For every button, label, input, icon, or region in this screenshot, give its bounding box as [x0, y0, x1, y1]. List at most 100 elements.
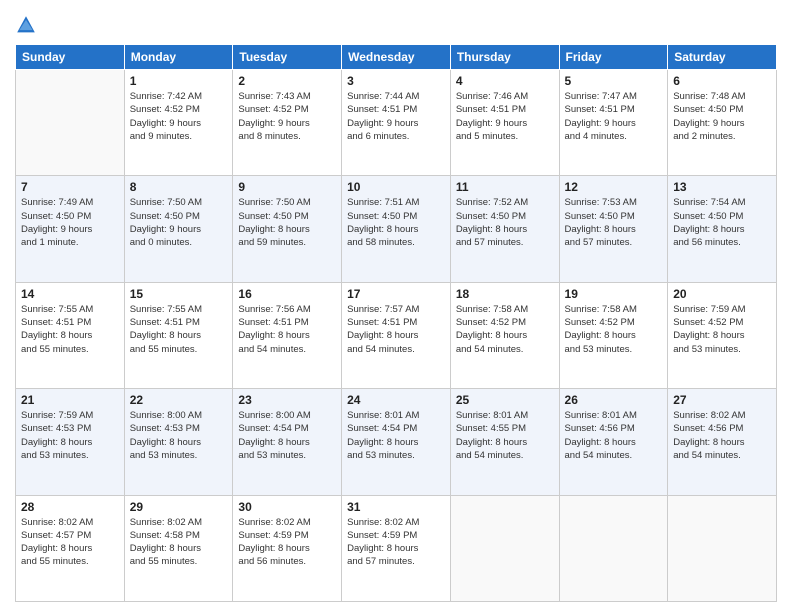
calendar-cell: 15 Sunrise: 7:55 AMSunset: 4:51 PMDayligh…	[124, 282, 233, 388]
calendar-cell: 16 Sunrise: 7:56 AMSunset: 4:51 PMDayligh…	[233, 282, 342, 388]
day-info: Sunrise: 7:58 AMSunset: 4:52 PMDaylight:…	[565, 303, 663, 356]
day-number: 15	[130, 287, 228, 301]
calendar-week-row: 1 Sunrise: 7:42 AMSunset: 4:52 PMDaylight…	[16, 70, 777, 176]
day-info: Sunrise: 8:02 AMSunset: 4:57 PMDaylight:…	[21, 516, 119, 569]
day-number: 5	[565, 74, 663, 88]
calendar-cell: 26 Sunrise: 8:01 AMSunset: 4:56 PMDayligh…	[559, 389, 668, 495]
day-number: 31	[347, 500, 445, 514]
day-info: Sunrise: 7:57 AMSunset: 4:51 PMDaylight:…	[347, 303, 445, 356]
calendar-cell: 4 Sunrise: 7:46 AMSunset: 4:51 PMDaylight…	[450, 70, 559, 176]
day-number: 12	[565, 180, 663, 194]
logo	[15, 14, 39, 36]
calendar-cell: 20 Sunrise: 7:59 AMSunset: 4:52 PMDayligh…	[668, 282, 777, 388]
day-info: Sunrise: 8:01 AMSunset: 4:54 PMDaylight:…	[347, 409, 445, 462]
day-number: 20	[673, 287, 771, 301]
calendar-cell	[559, 495, 668, 601]
day-info: Sunrise: 7:43 AMSunset: 4:52 PMDaylight:…	[238, 90, 336, 143]
day-info: Sunrise: 7:52 AMSunset: 4:50 PMDaylight:…	[456, 196, 554, 249]
calendar-cell: 2 Sunrise: 7:43 AMSunset: 4:52 PMDaylight…	[233, 70, 342, 176]
day-number: 16	[238, 287, 336, 301]
day-info: Sunrise: 7:51 AMSunset: 4:50 PMDaylight:…	[347, 196, 445, 249]
day-info: Sunrise: 7:55 AMSunset: 4:51 PMDaylight:…	[130, 303, 228, 356]
calendar-week-row: 7Sunrise: 7:49 AMSunset: 4:50 PMDaylight…	[16, 176, 777, 282]
day-number: 29	[130, 500, 228, 514]
day-number: 3	[347, 74, 445, 88]
day-info: Sunrise: 7:48 AMSunset: 4:50 PMDaylight:…	[673, 90, 771, 143]
calendar-cell: 6 Sunrise: 7:48 AMSunset: 4:50 PMDaylight…	[668, 70, 777, 176]
day-number: 6	[673, 74, 771, 88]
day-number: 4	[456, 74, 554, 88]
weekday-header-tuesday: Tuesday	[233, 45, 342, 70]
calendar-cell: 10Sunrise: 7:51 AMSunset: 4:50 PMDayligh…	[342, 176, 451, 282]
day-info: Sunrise: 7:47 AMSunset: 4:51 PMDaylight:…	[565, 90, 663, 143]
calendar-week-row: 21 Sunrise: 7:59 AMSunset: 4:53 PMDayligh…	[16, 389, 777, 495]
day-info: Sunrise: 8:02 AMSunset: 4:59 PMDaylight:…	[347, 516, 445, 569]
day-info: Sunrise: 7:50 AMSunset: 4:50 PMDaylight:…	[130, 196, 228, 249]
calendar-cell: 9 Sunrise: 7:50 AMSunset: 4:50 PMDaylight…	[233, 176, 342, 282]
day-number: 11	[456, 180, 554, 194]
day-number: 8	[130, 180, 228, 194]
calendar-cell	[450, 495, 559, 601]
day-info: Sunrise: 7:49 AMSunset: 4:50 PMDaylight:…	[21, 196, 119, 249]
day-info: Sunrise: 7:55 AMSunset: 4:51 PMDaylight:…	[21, 303, 119, 356]
weekday-header-row: SundayMondayTuesdayWednesdayThursdayFrid…	[16, 45, 777, 70]
weekday-header-saturday: Saturday	[668, 45, 777, 70]
day-info: Sunrise: 7:59 AMSunset: 4:53 PMDaylight:…	[21, 409, 119, 462]
calendar-cell	[668, 495, 777, 601]
day-info: Sunrise: 7:56 AMSunset: 4:51 PMDaylight:…	[238, 303, 336, 356]
calendar-cell: 14 Sunrise: 7:55 AMSunset: 4:51 PMDayligh…	[16, 282, 125, 388]
day-number: 25	[456, 393, 554, 407]
day-info: Sunrise: 7:54 AMSunset: 4:50 PMDaylight:…	[673, 196, 771, 249]
calendar-cell: 21 Sunrise: 7:59 AMSunset: 4:53 PMDayligh…	[16, 389, 125, 495]
day-number: 9	[238, 180, 336, 194]
day-number: 1	[130, 74, 228, 88]
day-info: Sunrise: 7:46 AMSunset: 4:51 PMDaylight:…	[456, 90, 554, 143]
day-info: Sunrise: 8:00 AMSunset: 4:53 PMDaylight:…	[130, 409, 228, 462]
calendar-cell: 8 Sunrise: 7:50 AMSunset: 4:50 PMDaylight…	[124, 176, 233, 282]
day-number: 14	[21, 287, 119, 301]
day-number: 19	[565, 287, 663, 301]
logo-icon	[15, 14, 37, 36]
calendar-cell: 13 Sunrise: 7:54 AMSunset: 4:50 PMDayligh…	[668, 176, 777, 282]
weekday-header-monday: Monday	[124, 45, 233, 70]
calendar-cell: 5 Sunrise: 7:47 AMSunset: 4:51 PMDaylight…	[559, 70, 668, 176]
calendar-cell: 31 Sunrise: 8:02 AMSunset: 4:59 PMDayligh…	[342, 495, 451, 601]
calendar-cell: 25Sunrise: 8:01 AMSunset: 4:55 PMDayligh…	[450, 389, 559, 495]
calendar-cell: 18Sunrise: 7:58 AMSunset: 4:52 PMDayligh…	[450, 282, 559, 388]
day-number: 26	[565, 393, 663, 407]
weekday-header-friday: Friday	[559, 45, 668, 70]
day-number: 13	[673, 180, 771, 194]
calendar-week-row: 14 Sunrise: 7:55 AMSunset: 4:51 PMDayligh…	[16, 282, 777, 388]
weekday-header-thursday: Thursday	[450, 45, 559, 70]
day-number: 28	[21, 500, 119, 514]
calendar-cell: 3 Sunrise: 7:44 AMSunset: 4:51 PMDaylight…	[342, 70, 451, 176]
day-number: 27	[673, 393, 771, 407]
calendar-cell: 23 Sunrise: 8:00 AMSunset: 4:54 PMDayligh…	[233, 389, 342, 495]
day-info: Sunrise: 7:50 AMSunset: 4:50 PMDaylight:…	[238, 196, 336, 249]
day-info: Sunrise: 8:02 AMSunset: 4:59 PMDaylight:…	[238, 516, 336, 569]
day-number: 21	[21, 393, 119, 407]
calendar-cell: 27 Sunrise: 8:02 AMSunset: 4:56 PMDayligh…	[668, 389, 777, 495]
calendar-cell: 28 Sunrise: 8:02 AMSunset: 4:57 PMDayligh…	[16, 495, 125, 601]
day-info: Sunrise: 8:00 AMSunset: 4:54 PMDaylight:…	[238, 409, 336, 462]
day-info: Sunrise: 7:42 AMSunset: 4:52 PMDaylight:…	[130, 90, 228, 143]
day-info: Sunrise: 7:58 AMSunset: 4:52 PMDaylight:…	[456, 303, 554, 356]
calendar-cell: 11 Sunrise: 7:52 AMSunset: 4:50 PMDayligh…	[450, 176, 559, 282]
day-info: Sunrise: 8:01 AMSunset: 4:56 PMDaylight:…	[565, 409, 663, 462]
calendar-cell: 17 Sunrise: 7:57 AMSunset: 4:51 PMDayligh…	[342, 282, 451, 388]
calendar-cell: 12Sunrise: 7:53 AMSunset: 4:50 PMDayligh…	[559, 176, 668, 282]
day-info: Sunrise: 7:44 AMSunset: 4:51 PMDaylight:…	[347, 90, 445, 143]
weekday-header-wednesday: Wednesday	[342, 45, 451, 70]
calendar-cell: 1 Sunrise: 7:42 AMSunset: 4:52 PMDaylight…	[124, 70, 233, 176]
day-number: 2	[238, 74, 336, 88]
calendar-cell: 7Sunrise: 7:49 AMSunset: 4:50 PMDaylight…	[16, 176, 125, 282]
calendar-cell: 29Sunrise: 8:02 AMSunset: 4:58 PMDayligh…	[124, 495, 233, 601]
day-number: 30	[238, 500, 336, 514]
calendar-cell: 24 Sunrise: 8:01 AMSunset: 4:54 PMDayligh…	[342, 389, 451, 495]
day-number: 24	[347, 393, 445, 407]
day-number: 23	[238, 393, 336, 407]
day-info: Sunrise: 8:02 AMSunset: 4:56 PMDaylight:…	[673, 409, 771, 462]
day-info: Sunrise: 7:59 AMSunset: 4:52 PMDaylight:…	[673, 303, 771, 356]
day-number: 17	[347, 287, 445, 301]
calendar-cell: 22Sunrise: 8:00 AMSunset: 4:53 PMDayligh…	[124, 389, 233, 495]
